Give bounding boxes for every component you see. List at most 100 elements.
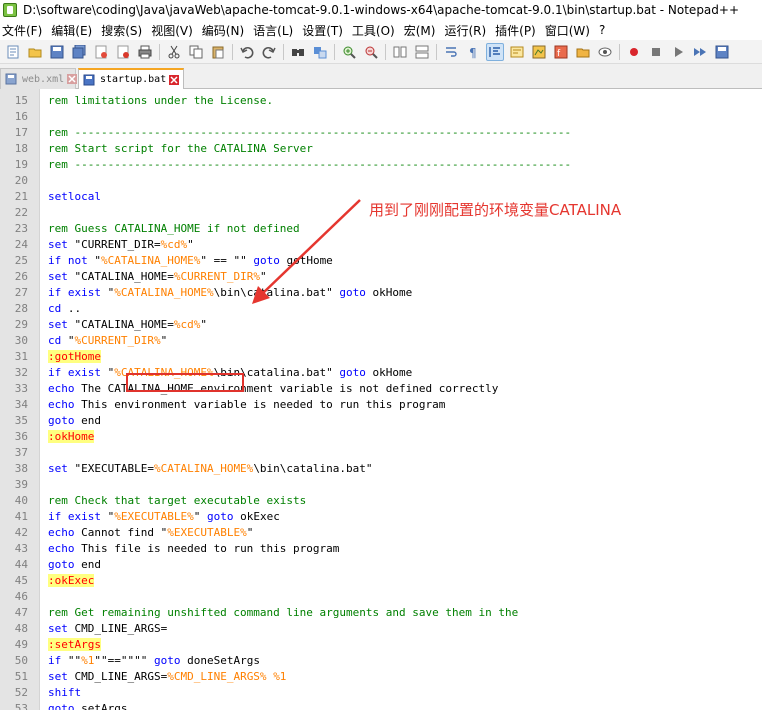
folder-as-workspace-icon[interactable] [574, 43, 592, 61]
code-token-var: %CMD_LINE_ARGS% [167, 670, 267, 683]
new-file-icon[interactable] [4, 43, 22, 61]
code-line[interactable]: 45:okExec [0, 573, 762, 589]
code-line[interactable]: 25 if not "%CATALINA_HOME%" == "" goto go… [0, 253, 762, 269]
print-icon[interactable] [136, 43, 154, 61]
close-all-icon[interactable] [114, 43, 132, 61]
code-token-str: " [61, 334, 75, 347]
line-number: 47 [14, 606, 28, 619]
tab-web-xml[interactable]: web.xml [0, 68, 78, 89]
menu-window[interactable]: 窗口(W) [543, 22, 597, 39]
menu-edit[interactable]: 编辑(E) [49, 22, 99, 39]
code-line[interactable]: 41 if exist "%EXECUTABLE%" goto okExec [0, 509, 762, 525]
code-line[interactable]: 23 rem Guess CATALINA_HOME if not defined [0, 221, 762, 237]
menu-bar: 文件(F) 编辑(E) 搜索(S) 视图(V) 编码(N) 语言(L) 设置(T… [0, 20, 762, 40]
run-macro-multiple-icon[interactable] [691, 43, 709, 61]
save-all-icon[interactable] [70, 43, 88, 61]
code-line[interactable]: 18 rem Start script for the CATALINA Serv… [0, 141, 762, 157]
code-line[interactable]: 29 set "CATALINA_HOME=%cd%" [0, 317, 762, 333]
menu-file[interactable]: 文件(F) [0, 22, 49, 39]
word-wrap-icon[interactable] [442, 43, 460, 61]
code-line[interactable]: 46 [0, 589, 762, 605]
code-token-rem: rem Guess CATALINA_HOME if not defined [48, 222, 300, 235]
code-line[interactable]: 26 set "CATALINA_HOME=%CURRENT_DIR%" [0, 269, 762, 285]
paste-icon[interactable] [209, 43, 227, 61]
user-defined-language-icon[interactable] [508, 43, 526, 61]
menu-search[interactable]: 搜索(S) [99, 22, 149, 39]
menu-run[interactable]: 运行(R) [442, 22, 493, 39]
line-number: 43 [14, 542, 28, 555]
monitoring-eye-icon[interactable] [596, 43, 614, 61]
zoom-in-icon[interactable] [340, 43, 358, 61]
line-number: 18 [14, 142, 28, 155]
record-macro-icon[interactable] [625, 43, 643, 61]
code-line[interactable]: 19 rem ----------------------------------… [0, 157, 762, 173]
find-icon[interactable] [289, 43, 307, 61]
tab-startup-bat[interactable]: startup.bat [78, 68, 184, 90]
code-line[interactable]: 42 echo Cannot find "%EXECUTABLE%" [0, 525, 762, 541]
code-line[interactable]: 34 echo This environment variable is need… [0, 397, 762, 413]
code-line[interactable]: 51 set CMD_LINE_ARGS=%CMD_LINE_ARGS% %1 [0, 669, 762, 685]
open-file-icon[interactable] [26, 43, 44, 61]
code-line[interactable]: 43 echo This file is needed to run this p… [0, 541, 762, 557]
menu-encoding[interactable]: 编码(N) [200, 22, 251, 39]
code-line[interactable]: 27 if exist "%CATALINA_HOME%\bin\catalina… [0, 285, 762, 301]
sync-vertical-icon[interactable] [391, 43, 409, 61]
replace-icon[interactable] [311, 43, 329, 61]
code-line[interactable]: 38 set "EXECUTABLE=%CATALINA_HOME%\bin\ca… [0, 461, 762, 477]
indent-guide-icon[interactable] [486, 42, 504, 61]
close-tab-icon[interactable] [67, 74, 78, 84]
menu-macro[interactable]: 宏(M) [402, 22, 443, 39]
code-line[interactable]: 47 rem Get remaining unshifted command li… [0, 605, 762, 621]
code-line[interactable]: 31:gotHome [0, 349, 762, 365]
code-line[interactable]: 49:setArgs [0, 637, 762, 653]
menu-help[interactable]: ? [597, 23, 612, 37]
menu-settings[interactable]: 设置(T) [300, 22, 350, 39]
copy-icon[interactable] [187, 43, 205, 61]
code-line[interactable]: 20 [0, 173, 762, 189]
code-line[interactable]: 50 if ""%1""=="""" goto doneSetArgs [0, 653, 762, 669]
code-line[interactable]: 16 [0, 109, 762, 125]
playback-macro-icon[interactable] [669, 43, 687, 61]
show-all-characters-icon[interactable]: ¶ [464, 43, 482, 61]
code-token-str: gotHome [279, 254, 333, 267]
stop-recording-icon[interactable] [647, 43, 665, 61]
redo-icon[interactable] [260, 43, 278, 61]
code-line[interactable]: 48 set CMD_LINE_ARGS= [0, 621, 762, 637]
code-editor[interactable]: 15 rem limitations under the License. 16 17… [0, 89, 762, 710]
code-line[interactable]: 32 if exist "%CATALINA_HOME%\bin\catalina… [0, 365, 762, 381]
code-line[interactable]: 35 goto end [0, 413, 762, 429]
code-line[interactable]: 28 cd .. [0, 301, 762, 317]
code-token-kw: if exist [48, 510, 101, 523]
code-line[interactable]: 30 cd "%CURRENT_DIR%" [0, 333, 762, 349]
code-token-str: "" [61, 654, 82, 667]
code-line[interactable]: 37 [0, 445, 762, 461]
undo-icon[interactable] [238, 43, 256, 61]
code-line[interactable]: 52 shift [0, 685, 762, 701]
code-line[interactable]: 17 rem ----------------------------------… [0, 125, 762, 141]
function-list-icon[interactable]: f [552, 43, 570, 61]
menu-plugins[interactable]: 插件(P) [493, 22, 543, 39]
save-macro-icon[interactable] [713, 43, 731, 61]
code-line[interactable]: 24 set "CURRENT_DIR=%cd%" [0, 237, 762, 253]
menu-view[interactable]: 视图(V) [149, 22, 200, 39]
code-text: set "CURRENT_DIR=%cd%" [48, 237, 194, 253]
code-token-str: " [200, 318, 207, 331]
close-file-icon[interactable] [92, 43, 110, 61]
code-line[interactable]: 36:okHome [0, 429, 762, 445]
code-line[interactable]: 39 [0, 477, 762, 493]
code-line[interactable]: 15 rem limitations under the License. [0, 93, 762, 109]
close-tab-icon[interactable] [169, 74, 180, 85]
cut-icon[interactable] [165, 43, 183, 61]
zoom-out-icon[interactable] [362, 43, 380, 61]
menu-tools[interactable]: 工具(O) [350, 22, 402, 39]
code-line[interactable]: 44 goto end [0, 557, 762, 573]
document-map-icon[interactable] [530, 43, 548, 61]
menu-language[interactable]: 语言(L) [251, 22, 300, 39]
code-line[interactable]: 33 echo The CATALINA_HOME environment var… [0, 381, 762, 397]
code-line[interactable]: 53 goto setArgs [0, 701, 762, 710]
sync-horizontal-icon[interactable] [413, 43, 431, 61]
code-line[interactable]: 40 rem Check that target executable exist… [0, 493, 762, 509]
code-token-kw: if not [48, 254, 88, 267]
code-token-str: okExec [233, 510, 280, 523]
save-icon[interactable] [48, 43, 66, 61]
